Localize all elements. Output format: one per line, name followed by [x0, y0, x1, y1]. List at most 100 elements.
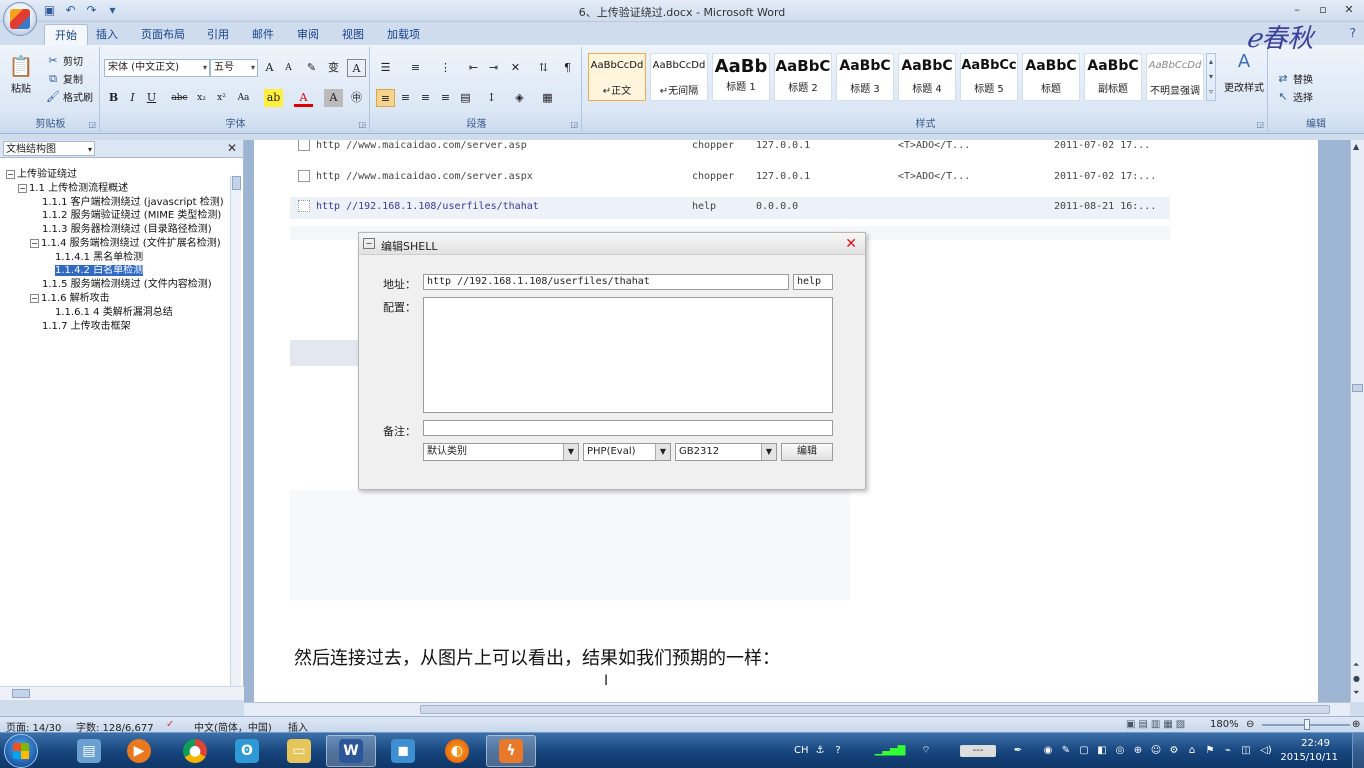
maximize-button[interactable]: ▫	[1312, 2, 1334, 18]
tab-view[interactable]: 视图	[332, 24, 374, 45]
font-color-icon[interactable]: A	[294, 89, 313, 107]
style-heading-2[interactable]: AaBbC 标题 2	[774, 53, 832, 101]
tray-app-icon[interactable]: ◎	[1114, 745, 1126, 757]
docmap-horizontal-scrollbar[interactable]	[0, 686, 244, 700]
subscript-icon[interactable]: x₂	[192, 89, 211, 107]
docmap-item[interactable]: 1.1.7 上传攻击框架	[42, 317, 131, 332]
strikethrough-icon[interactable]: abc	[170, 89, 189, 107]
show-marks-icon[interactable]: ¶	[558, 59, 577, 77]
tab-home[interactable]: 开始	[44, 24, 88, 45]
window-menu-icon[interactable]: −	[363, 238, 375, 249]
docmap-item[interactable]: 1.1.6.1 4 类解析漏洞总结	[55, 303, 173, 318]
view-buttons[interactable]: ▣▤▥▦▧	[1126, 719, 1188, 730]
clipboard-dialog-launcher-icon[interactable]: ◲	[88, 120, 96, 129]
docmap-item[interactable]: 1.1.5 服务端检测绕过 (文件内容检测)	[42, 275, 212, 290]
tray-app-icon[interactable]: ✎	[1060, 745, 1072, 757]
folder-icon[interactable]: ▭	[274, 735, 324, 767]
tab-references[interactable]: 引用	[197, 24, 239, 45]
scroll-thumb[interactable]	[232, 176, 241, 190]
explorer-icon[interactable]: ▤	[64, 735, 114, 767]
paste-button[interactable]: 📋 粘贴	[8, 53, 34, 95]
collapse-icon[interactable]: −	[30, 293, 39, 303]
italic-icon[interactable]: I	[123, 89, 142, 107]
docmap-item[interactable]: 1.1.2 服务端验证绕过 (MIME 类型检测)	[42, 206, 221, 221]
style-heading-1[interactable]: AaBb 标题 1	[712, 53, 770, 101]
docmap-item[interactable]: −1.1.6 解析攻击	[30, 289, 110, 304]
proofing-icon[interactable]: ✓	[166, 719, 174, 730]
docmap-item[interactable]: − 上传验证绕过	[6, 165, 77, 180]
tab-page-layout[interactable]: 页面布局	[131, 24, 195, 45]
collapse-icon[interactable]: −	[6, 169, 15, 179]
browse-object-icon[interactable]: ●	[1353, 674, 1360, 683]
zoom-in-icon[interactable]: ⊕	[1352, 719, 1360, 730]
superscript-icon[interactable]: x²	[212, 89, 231, 107]
style-heading-4[interactable]: AaBbC 标题 4	[898, 53, 956, 101]
document-map-mode-select[interactable]: 文档结构图 ▾	[3, 141, 95, 156]
style-heading-3[interactable]: AaBbC 标题 3	[836, 53, 894, 101]
bullets-icon[interactable]: ☰	[376, 59, 395, 77]
scroll-thumb[interactable]	[1352, 384, 1363, 392]
category-select[interactable]: 默认类别 ▼	[423, 443, 579, 461]
config-textarea[interactable]	[423, 297, 833, 413]
scroll-up-icon[interactable]: ▲	[1353, 142, 1359, 151]
change-case-icon[interactable]: Aa	[234, 89, 253, 107]
close-button[interactable]: ✕	[1338, 2, 1360, 18]
firefox-icon[interactable]: ◐	[432, 735, 482, 767]
zoom-out-icon[interactable]: ⊖	[1246, 719, 1254, 730]
paragraph-dialog-launcher-icon[interactable]: ◲	[570, 120, 578, 129]
styles-gallery-scroll[interactable]: ▴ ▾ ▿	[1206, 53, 1216, 101]
clear-format-icon[interactable]: ✎	[302, 59, 321, 77]
align-center-icon[interactable]: ≡	[396, 89, 415, 107]
next-page-icon[interactable]: ⏷	[1353, 688, 1359, 698]
tray-app-icon[interactable]: ◉	[1042, 745, 1054, 757]
tray-app-icon[interactable]: ◧	[1096, 745, 1108, 757]
show-desktop-button[interactable]	[1352, 733, 1364, 768]
tray-app-icon[interactable]: ⌁	[1222, 745, 1234, 757]
select-button[interactable]: ↖ 选择	[1276, 89, 1313, 105]
style-no-spacing[interactable]: AaBbCcDd ↵无间隔	[650, 53, 708, 101]
align-right-icon[interactable]: ≡	[416, 89, 435, 107]
minimize-button[interactable]: –	[1286, 2, 1308, 18]
multilevel-list-icon[interactable]: ⋮	[436, 59, 455, 77]
decrease-indent-icon[interactable]: ⇤	[464, 59, 483, 77]
network-icon[interactable]: ⌔	[920, 745, 932, 757]
input-method-icon[interactable]: CH	[794, 745, 809, 757]
encoding-select[interactable]: GB2312 ▼	[675, 443, 777, 461]
docmap-item[interactable]: −1.1 上传检测流程概述	[18, 179, 128, 194]
distributed-icon[interactable]: ▤	[456, 89, 475, 107]
previous-page-icon[interactable]: ⏶	[1353, 660, 1359, 670]
password-field[interactable]: help	[793, 274, 833, 290]
blue-app-icon[interactable]: ◼	[378, 735, 428, 767]
clock-date[interactable]: 2015/10/11	[1280, 752, 1338, 763]
help-icon[interactable]: ?	[1350, 26, 1356, 40]
increase-indent-icon[interactable]: ⇥	[484, 59, 503, 77]
docmap-item[interactable]: −1.1.4 服务端检测绕过 (文件扩展名检测)	[30, 234, 221, 249]
style-subtitle[interactable]: AaBbC 副标题	[1084, 53, 1142, 101]
help-icon[interactable]: ?	[832, 745, 844, 757]
character-shading-icon[interactable]: A	[324, 89, 343, 107]
clock-time[interactable]: 22:49	[1301, 738, 1330, 749]
font-dialog-launcher-icon[interactable]: ◲	[358, 120, 366, 129]
style-title[interactable]: AaBbC 标题	[1022, 53, 1080, 101]
bold-icon[interactable]: B	[104, 89, 123, 107]
media-player-icon[interactable]: ▶	[114, 735, 164, 767]
zoom-slider-thumb[interactable]	[1304, 719, 1310, 730]
tab-review[interactable]: 审阅	[287, 24, 329, 45]
styles-dialog-launcher-icon[interactable]: ◲	[1256, 120, 1264, 129]
volume-icon[interactable]: ◁)	[1260, 745, 1272, 757]
anchor-icon[interactable]: ⚓	[814, 745, 826, 757]
sort-icon[interactable]: ⇅	[534, 59, 553, 77]
underline-icon[interactable]: U	[142, 89, 161, 107]
pen-icon[interactable]: ✒	[1012, 745, 1024, 757]
edit-button[interactable]: 编辑	[781, 443, 833, 461]
tray-app-icon[interactable]: ▢	[1078, 745, 1090, 757]
chrome-icon[interactable]: ●	[170, 735, 220, 767]
signal-icon[interactable]: ▁▃▅▇	[872, 745, 908, 757]
script-type-select[interactable]: PHP(Eval) ▼	[583, 443, 671, 461]
align-left-icon[interactable]: ≡	[376, 89, 395, 107]
tab-addins[interactable]: 加载项	[377, 24, 430, 45]
language-bar-icon[interactable]: ---	[960, 745, 996, 757]
close-icon[interactable]: ✕	[845, 236, 857, 252]
style-heading-5[interactable]: AaBbCc 标题 5	[960, 53, 1018, 101]
tray-app-icon[interactable]: ☺	[1150, 745, 1162, 757]
